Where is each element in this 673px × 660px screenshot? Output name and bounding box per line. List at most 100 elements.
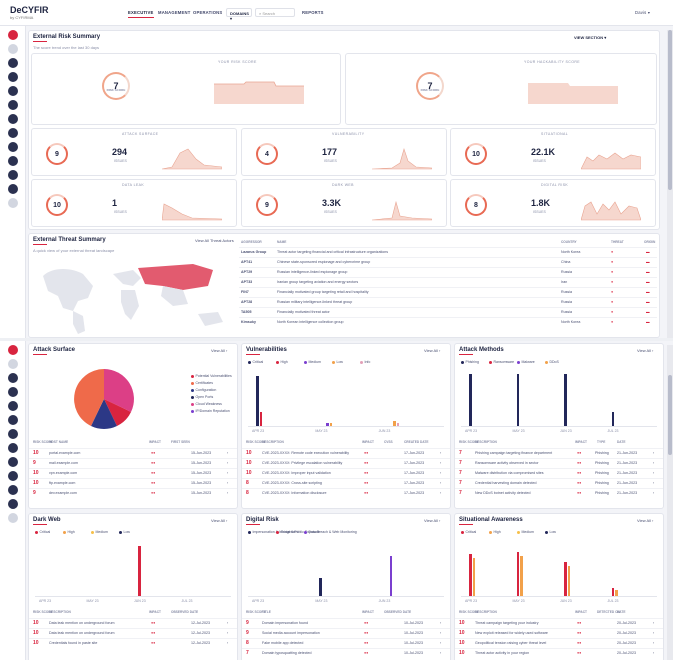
chevron-right-icon[interactable]: › [440,451,441,455]
chevron-right-icon[interactable]: › [653,471,654,475]
nav-operations[interactable]: OPERATIONS [193,10,222,15]
chevron-right-icon[interactable]: › [227,481,228,485]
chart-bar[interactable] [472,558,475,596]
table-row[interactable]: 7 Malware distribution via compromised s… [455,468,663,476]
bug-icon[interactable] [8,387,18,397]
risk-tile[interactable]: DATA LEAK 10 1 ISSUES [31,179,237,227]
chevron-right-icon[interactable]: › [653,481,654,485]
settings-icon[interactable] [8,499,18,509]
chart-bar[interactable] [256,376,259,426]
chart-bar[interactable] [516,552,519,596]
chevron-right-icon[interactable]: › [440,641,441,645]
chevron-right-icon[interactable]: › [227,641,228,645]
risk-tile[interactable]: DARK WEB 9 3.3K ISSUES [241,179,447,227]
table-row[interactable]: 7 Ransomware activity observed in sector… [455,458,663,466]
chart-bar[interactable] [259,412,262,426]
chart-bar[interactable] [516,374,519,426]
table-row[interactable]: 9 dev.example.com ●● 15-Jun-2023 › [29,488,237,496]
chevron-right-icon[interactable]: › [227,461,228,465]
home-icon[interactable] [8,345,18,355]
chevron-right-icon[interactable]: › [440,631,441,635]
table-row[interactable]: 10 Data leak mention on underground foru… [29,628,237,636]
more-icon[interactable] [8,513,18,523]
shield-icon[interactable] [8,373,18,383]
target-icon[interactable] [8,401,18,411]
chevron-right-icon[interactable]: › [440,471,441,475]
target-icon[interactable] [8,86,18,96]
table-row[interactable]: 10 Data leak mention on underground foru… [29,618,237,626]
table-row[interactable]: 8 CVE-2023-XXXX: Information disclosure … [242,488,450,496]
chevron-right-icon[interactable]: › [440,481,441,485]
chart-bar[interactable] [393,421,396,426]
table-row[interactable]: 10 Threat campaign targeting your indust… [455,618,663,626]
view-all-link[interactable]: View All › [424,348,440,353]
report-icon[interactable] [8,485,18,495]
nav-management[interactable]: MANAGEMENT [158,10,190,15]
risk-tile[interactable]: VULNERABILITY 4 177 ISSUES [241,128,447,176]
table-row[interactable]: 7 Phishing campaign targeting finance de… [455,448,663,456]
domains-dropdown[interactable]: DOMAINS ▾ [226,8,252,21]
table-row[interactable]: 10 Credentials found in paste site ●● 12… [29,638,237,646]
threat-row[interactable]: Lazarus Group Threat actor targeting fin… [239,247,657,255]
view-all-link[interactable]: View All › [637,518,653,523]
table-row[interactable]: 9 Domain impersonation found ●● 10-Jul-2… [242,618,450,626]
users-icon[interactable] [8,156,18,166]
eye-icon[interactable] [8,114,18,124]
chevron-right-icon[interactable]: › [440,621,441,625]
chart-bar[interactable] [564,374,567,426]
chart-icon[interactable] [8,457,18,467]
chart-bar[interactable] [611,588,614,596]
risk-tile[interactable]: DIGITAL RISK 8 1.8K ISSUES [450,179,656,227]
alert-icon[interactable] [8,443,18,453]
risk-tile[interactable]: ATTACK SURFACE 9 294 ISSUES [31,128,237,176]
view-all-link[interactable]: View All › [424,518,440,523]
chart-bar[interactable] [567,566,570,596]
table-row[interactable]: 10 Geopolitical tension raising cyber th… [455,638,663,646]
table-row[interactable]: 7 New DDoS botnet activity detected ●● P… [455,488,663,496]
grid-icon[interactable] [8,44,18,54]
page-scrollbar-2[interactable] [667,345,673,660]
chevron-right-icon[interactable]: › [227,491,228,495]
table-row[interactable]: 10 CVE-2023-XXXX: Privilege escalation v… [242,458,450,466]
table-row[interactable]: 8 Fake mobile app detected ●● 10-Jul-202… [242,638,450,646]
threat-row[interactable]: TA505 Financially motivated threat actor… [239,307,657,315]
globe-icon[interactable] [8,415,18,425]
chart-bar[interactable] [469,374,472,426]
table-row[interactable]: 8 CVE-2023-XXXX: Cross-site scripting ●●… [242,478,450,486]
chevron-right-icon[interactable]: › [653,451,654,455]
chevron-right-icon[interactable]: › [653,651,654,655]
table-row[interactable]: 10 New exploit released for widely used … [455,628,663,636]
settings-icon[interactable] [8,184,18,194]
chevron-right-icon[interactable]: › [227,621,228,625]
threat-row[interactable]: APT41 Chinese state-sponsored espionage … [239,257,657,265]
table-row[interactable]: 10 CVE-2023-XXXX: Improper input validat… [242,468,450,476]
chart-bar[interactable] [615,590,618,596]
report-icon[interactable] [8,170,18,180]
threat-row[interactable]: Kimsuky North Korean intelligence collec… [239,317,657,325]
threat-row[interactable]: APT28 Russian military intelligence-link… [239,297,657,305]
chevron-right-icon[interactable]: › [227,451,228,455]
nav-reports[interactable]: REPORTS [302,10,324,15]
threat-row[interactable]: FIN7 Financially motivated group targeti… [239,287,657,295]
table-row[interactable]: 9 Social media account impersonation ●● … [242,628,450,636]
view-section-dropdown[interactable]: VIEW SECTION ▾ [574,35,606,40]
view-all-link[interactable]: View All › [637,348,653,353]
chart-bar[interactable] [564,562,567,596]
threat-row[interactable]: APT33 Iranian group targeting aviation a… [239,277,657,285]
view-all-link[interactable]: View All › [211,348,227,353]
page-scrollbar[interactable] [667,30,673,338]
chart-bar[interactable] [138,546,141,596]
chevron-right-icon[interactable]: › [653,621,654,625]
bug-icon[interactable] [8,72,18,82]
table-row[interactable]: 7 Domain typosquatting detected ●● 10-Ju… [242,648,450,656]
chevron-right-icon[interactable]: › [440,651,441,655]
chart-bar[interactable] [319,578,322,596]
threat-row[interactable]: APT29 Russian intelligence-linked espion… [239,267,657,275]
chevron-right-icon[interactable]: › [227,631,228,635]
view-all-link[interactable]: View All › [211,518,227,523]
chart-bar[interactable] [329,423,333,426]
chevron-right-icon[interactable]: › [653,461,654,465]
chevron-right-icon[interactable]: › [440,461,441,465]
table-row[interactable]: 10 Threat actor activity in your region … [455,648,663,656]
chart-bar[interactable] [326,423,329,426]
